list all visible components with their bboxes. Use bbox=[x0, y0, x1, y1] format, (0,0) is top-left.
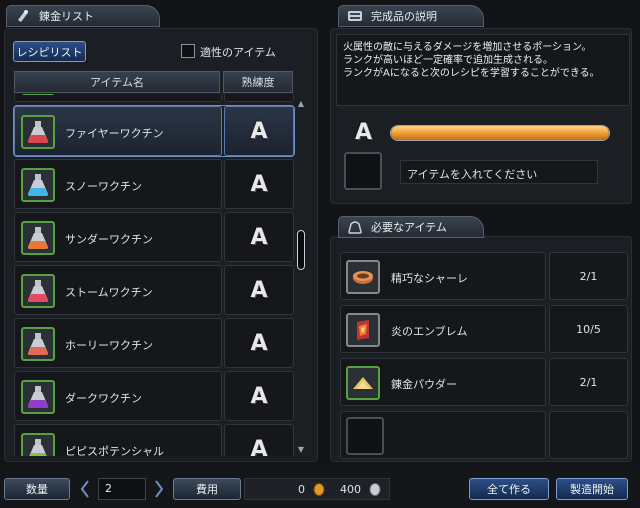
list-item[interactable]: スノーワクチン A bbox=[14, 159, 294, 209]
suitable-items-label: 適性のアイテム bbox=[200, 46, 276, 59]
required-item-row[interactable]: 炎のエンブレム 10/5 bbox=[340, 305, 628, 353]
item-name: ストームワクチン bbox=[65, 286, 153, 299]
alchemy-list-title: 錬金リスト bbox=[39, 10, 94, 23]
required-item-count: 10/5 bbox=[576, 322, 601, 336]
petri-dish-icon bbox=[346, 260, 380, 294]
potion-icon bbox=[21, 94, 55, 95]
rank-badge: A bbox=[250, 436, 268, 457]
list-item[interactable]: ホーリーワクチン A bbox=[14, 318, 294, 368]
rank-progress-fill bbox=[391, 126, 609, 140]
gold-coin-icon bbox=[313, 483, 325, 499]
rank-badge: A bbox=[250, 383, 268, 409]
potion-icon bbox=[21, 221, 55, 255]
column-header-proficiency[interactable]: 熟練度 bbox=[223, 71, 293, 93]
cost-silver-value: 400 bbox=[340, 483, 361, 496]
description-text: 火属性の敵に与えるダメージを増加させるポーション。 ランクが高いほど一定確率で追… bbox=[336, 34, 630, 106]
item-name: ピピスポテンシャル bbox=[65, 445, 164, 456]
alchemy-list-tab: 錬金リスト bbox=[6, 5, 160, 27]
flame-emblem-icon bbox=[346, 313, 380, 347]
start-crafting-button[interactable]: 製造開始 bbox=[556, 478, 628, 500]
item-name: サンダーワクチン bbox=[65, 233, 153, 246]
required-item-count: 2/1 bbox=[579, 375, 598, 389]
potion-icon bbox=[21, 433, 55, 456]
list-scrollbar[interactable]: ▲ ▼ bbox=[296, 100, 306, 456]
required-item-name: 精巧なシャーレ bbox=[391, 272, 468, 285]
slot-instruction: アイテムを入れてください bbox=[400, 160, 598, 184]
list-item[interactable]: ピピスポテンシャル A bbox=[14, 424, 294, 456]
bag-icon bbox=[347, 220, 363, 234]
cost-label: 費用 bbox=[173, 478, 241, 500]
material-slot[interactable] bbox=[344, 152, 382, 190]
flask-icon bbox=[15, 9, 31, 23]
required-item-row[interactable] bbox=[340, 411, 628, 459]
make-all-button[interactable]: 全て作る bbox=[469, 478, 549, 500]
list-item[interactable] bbox=[14, 94, 294, 102]
required-item-name: 錬金パウダー bbox=[391, 378, 457, 391]
potion-icon bbox=[21, 168, 55, 202]
list-item[interactable]: ファイヤーワクチン A bbox=[13, 105, 295, 157]
alchemy-powder-icon bbox=[346, 366, 380, 400]
required-item-row[interactable]: 錬金パウダー 2/1 bbox=[340, 358, 628, 406]
item-name: ダークワクチン bbox=[65, 392, 142, 405]
empty-item-slot bbox=[346, 417, 384, 455]
rank-badge: A bbox=[250, 118, 268, 144]
scroll-thumb[interactable] bbox=[297, 230, 305, 270]
required-item-count: 2/1 bbox=[579, 269, 598, 283]
rank-badge: A bbox=[250, 330, 268, 356]
recipe-list: ファイヤーワクチン A スノーワクチン A サンダーワクチン A ストームワクチ… bbox=[0, 94, 320, 456]
quantity-increase-button[interactable] bbox=[152, 478, 166, 500]
required-items-tab: 必要なアイテム bbox=[338, 216, 484, 238]
quantity-decrease-button[interactable] bbox=[78, 478, 92, 500]
list-item[interactable]: サンダーワクチン A bbox=[14, 212, 294, 262]
current-rank-badge: A bbox=[355, 120, 373, 145]
book-icon bbox=[347, 9, 363, 23]
required-item-name: 炎のエンブレム bbox=[391, 325, 468, 338]
quantity-label: 数量 bbox=[4, 478, 70, 500]
product-description-tab: 完成品の説明 bbox=[338, 5, 484, 27]
item-name: スノーワクチン bbox=[65, 180, 142, 193]
required-items-title: 必要なアイテム bbox=[371, 221, 447, 234]
quantity-input[interactable]: 2 bbox=[98, 478, 146, 500]
list-item[interactable]: ダークワクチン A bbox=[14, 371, 294, 421]
product-description-title: 完成品の説明 bbox=[371, 10, 437, 23]
silver-coin-icon bbox=[369, 483, 381, 499]
scroll-up-icon[interactable]: ▲ bbox=[296, 100, 306, 108]
potion-icon bbox=[21, 115, 55, 149]
rank-badge: A bbox=[250, 171, 268, 197]
item-name: ファイヤーワクチン bbox=[65, 127, 164, 140]
cost-gold-value: 0 bbox=[298, 483, 305, 496]
potion-icon bbox=[21, 380, 55, 414]
rank-progress-bar bbox=[390, 125, 610, 141]
cost-display: 0 400 bbox=[244, 478, 390, 500]
scroll-down-icon[interactable]: ▼ bbox=[296, 446, 306, 454]
rank-badge: A bbox=[250, 277, 268, 303]
item-name: ホーリーワクチン bbox=[65, 339, 153, 352]
rank-badge: A bbox=[250, 224, 268, 250]
list-item[interactable]: ストームワクチン A bbox=[14, 265, 294, 315]
recipe-list-button[interactable]: レシピリスト bbox=[13, 41, 86, 62]
column-header-item-name[interactable]: アイテム名 bbox=[14, 71, 220, 93]
potion-icon bbox=[21, 327, 55, 361]
suitable-items-checkbox[interactable] bbox=[181, 44, 195, 58]
required-item-row[interactable]: 精巧なシャーレ 2/1 bbox=[340, 252, 628, 300]
potion-icon bbox=[21, 274, 55, 308]
